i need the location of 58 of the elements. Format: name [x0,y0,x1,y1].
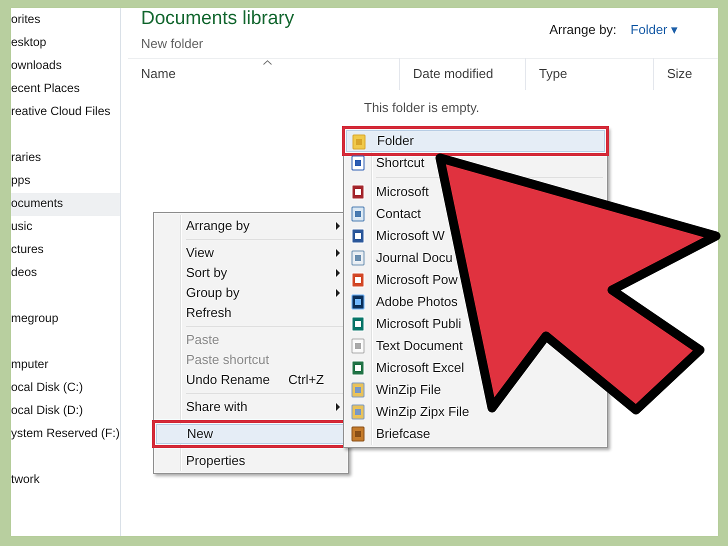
library-title: Documents library [141,8,294,30]
menu-item[interactable]: Journal Docu [346,247,457,269]
file-icon [350,404,366,420]
file-icon [350,184,366,200]
file-icon [350,206,366,222]
sidebar-item[interactable]: ctures [11,239,120,262]
sidebar-item[interactable]: ocal Disk (C:) [11,377,120,400]
menu-item[interactable]: Text Document [346,335,467,357]
folder-icon [351,134,367,150]
sidebar-item[interactable]: ystem Reserved (F:) [11,423,120,446]
file-icon [350,382,366,398]
sidebar-item[interactable]: deos [11,262,120,285]
file-icon [350,272,366,288]
menu-item[interactable]: Microsoft [346,181,433,203]
menu-item[interactable]: Microsoft Pow [346,269,462,291]
sidebar-item[interactable]: raries [11,147,120,170]
menu-item[interactable]: Microsoft Publi [346,313,466,335]
sidebar-item[interactable]: twork [11,469,120,492]
column-header[interactable]: Size [654,58,714,90]
new-folder-button[interactable]: New folder [141,34,204,54]
file-icon [350,228,366,244]
file-icon [350,338,366,354]
sidebar-item[interactable]: orites [11,9,120,32]
arrange-label: Arrange by: [549,21,617,39]
menu-item[interactable]: Microsoft Excel [346,357,468,379]
file-icon [350,360,366,376]
menu-item[interactable]: Undo Rename Ctrl+Z [156,370,346,390]
sort-caret-icon [262,60,272,65]
menu-item[interactable]: Properties [156,451,346,471]
sidebar-item[interactable]: ocuments [11,193,120,216]
empty-message: This folder is empty. [364,98,480,117]
sidebar-item[interactable]: ownloads [11,55,120,78]
briefcase-icon [350,426,366,442]
sidebar-item[interactable]: mputer [11,354,120,377]
menu-item[interactable]: Adobe Photos [346,291,462,313]
sidebar-item[interactable]: megroup [11,308,120,331]
sidebar-item[interactable]: usic [11,216,120,239]
menu-item[interactable]: Briefcase [346,423,434,445]
shortcut-icon [350,155,366,171]
menu-item[interactable]: Microsoft W [346,225,449,247]
menu-item[interactable]: WinZip File [346,379,446,401]
menu-item[interactable]: Contact [346,203,425,225]
column-header[interactable]: Name [128,58,400,90]
menu-item[interactable]: WinZip Zipx File [346,401,474,423]
menu-item[interactable]: Shortcut [346,152,428,174]
file-icon [350,294,366,310]
file-icon [350,316,366,332]
menu-item[interactable]: Refresh [156,303,346,323]
file-icon [350,250,366,266]
sidebar-item[interactable]: ecent Places [11,78,120,101]
column-header[interactable]: Date modified [400,58,526,90]
sidebar-item[interactable]: ocal Disk (D:) [11,400,120,423]
sidebar-item[interactable]: reative Cloud Files [11,101,120,124]
sidebar-item[interactable]: pps [11,170,120,193]
arrange-dropdown[interactable]: Folder ▾ [630,20,678,40]
sidebar-item[interactable]: esktop [11,32,120,55]
column-header[interactable]: Type [526,58,654,90]
shortcut-label: Ctrl+Z [288,371,324,390]
